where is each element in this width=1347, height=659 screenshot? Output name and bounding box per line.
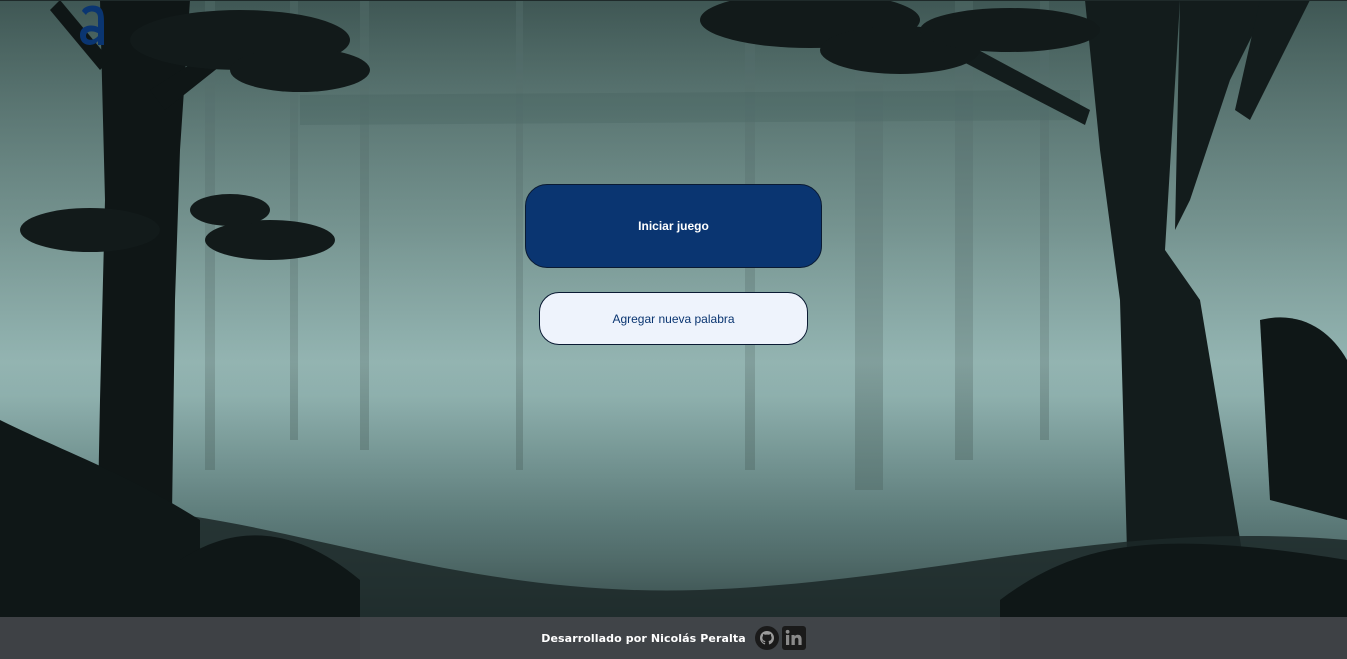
add-word-button[interactable]: Agregar nueva palabra — [539, 292, 808, 345]
github-icon[interactable] — [754, 626, 779, 650]
linkedin-icon[interactable] — [781, 626, 806, 650]
app-root: Iniciar juego Agregar nueva palabra Desa… — [0, 0, 1347, 659]
logo-icon[interactable] — [78, 3, 108, 47]
start-game-button[interactable]: Iniciar juego — [525, 184, 822, 268]
footer: Desarrollado por Nicolás Peralta — [0, 617, 1347, 659]
footer-credit: Desarrollado por Nicolás Peralta — [541, 631, 746, 645]
top-border — [0, 0, 1347, 1]
